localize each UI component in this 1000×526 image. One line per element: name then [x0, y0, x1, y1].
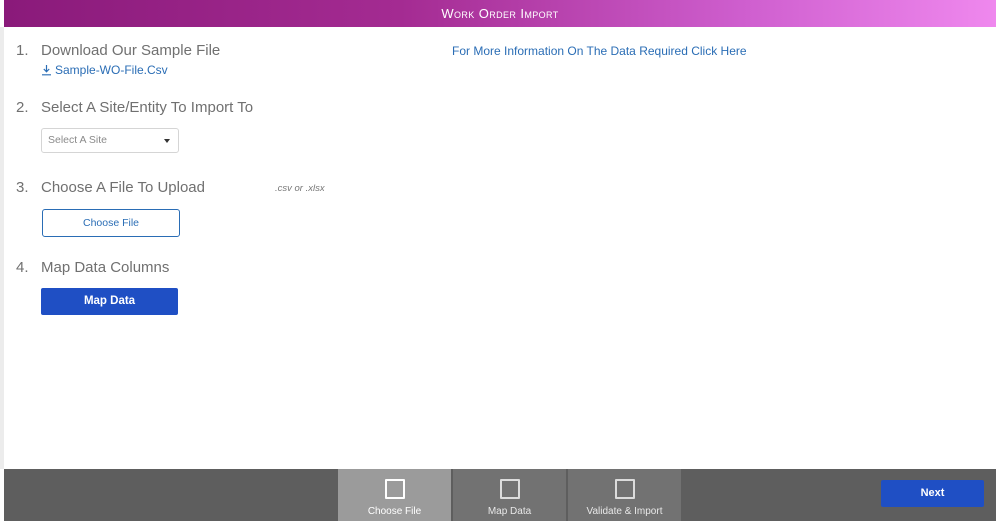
map-data-button[interactable]: Map Data	[41, 288, 178, 315]
sample-file-label: Sample-WO-File.Csv	[55, 63, 168, 77]
window-title: Work Order Import	[441, 6, 559, 21]
wizard-footer: Choose File Map Data Validate & Import N…	[4, 469, 996, 521]
choose-file-button[interactable]: Choose File	[42, 209, 180, 237]
wizard-step-map-data[interactable]: Map Data	[453, 469, 566, 521]
step-checkbox-icon	[385, 479, 405, 499]
site-select-dropdown[interactable]: Select A Site	[41, 128, 179, 153]
step-2-heading: 2. Select A Site/Entity To Import To	[16, 99, 253, 116]
step-title: Download Our Sample File	[41, 42, 221, 59]
step-3-heading: 3. Choose A File To Upload	[16, 179, 205, 196]
sample-file-download-link[interactable]: Sample-WO-File.Csv	[41, 63, 168, 77]
step-number: 2.	[16, 99, 29, 116]
file-type-hint: .csv or .xlsx	[275, 183, 325, 194]
wizard-step-choose-file[interactable]: Choose File	[338, 469, 451, 521]
wizard-step-label: Choose File	[367, 506, 422, 517]
site-select-value: Select A Site	[48, 134, 107, 146]
step-number: 3.	[16, 179, 29, 196]
wizard-step-label: Validate & Import	[586, 506, 663, 517]
left-edge-divider	[0, 27, 4, 469]
caret-down-icon	[164, 139, 170, 143]
next-button[interactable]: Next	[881, 480, 984, 507]
step-title: Select A Site/Entity To Import To	[41, 99, 254, 116]
step-number: 1.	[16, 42, 29, 59]
window-title-bar: Work Order Import	[4, 0, 996, 27]
step-1-heading: 1. Download Our Sample File	[16, 42, 220, 59]
more-info-link[interactable]: For More Information On The Data Require…	[452, 44, 747, 58]
wizard-step-label: Map Data	[487, 506, 532, 517]
step-number: 4.	[16, 259, 29, 276]
download-icon	[42, 65, 51, 76]
step-checkbox-icon	[615, 479, 635, 499]
step-title: Map Data Columns	[41, 259, 170, 276]
step-title: Choose A File To Upload	[41, 179, 205, 196]
step-4-heading: 4. Map Data Columns	[16, 259, 169, 276]
wizard-step-validate-import[interactable]: Validate & Import	[568, 469, 681, 521]
step-checkbox-icon	[500, 479, 520, 499]
